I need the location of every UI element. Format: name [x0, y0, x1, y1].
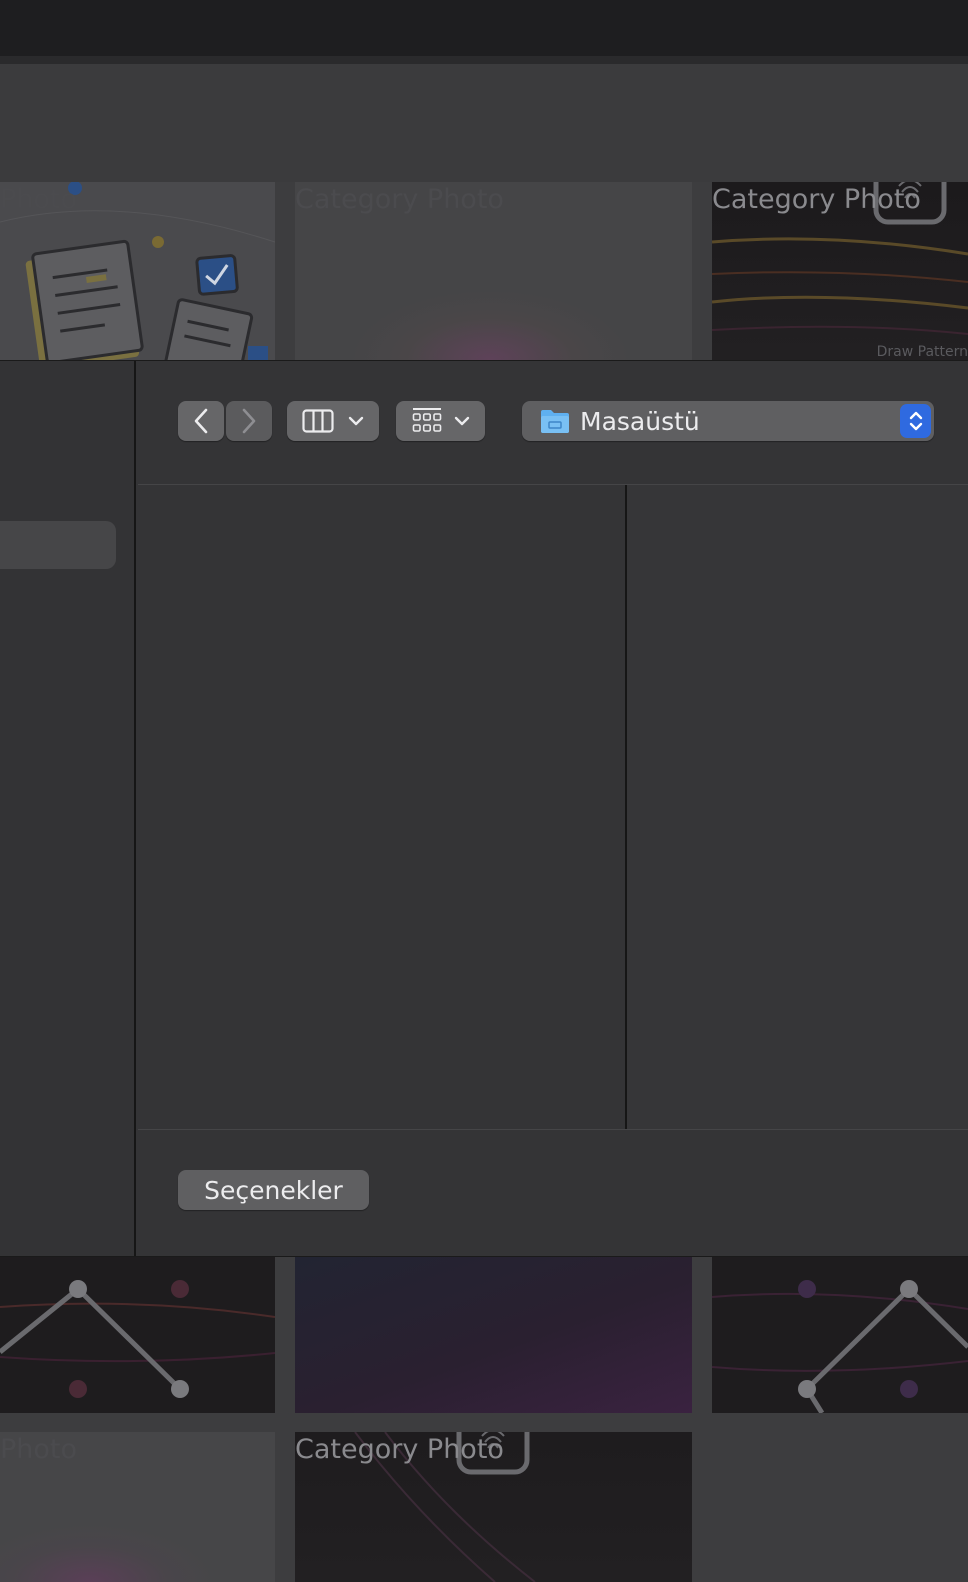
- location-popup[interactable]: Masaüstü: [522, 401, 934, 441]
- chevron-left-icon: [194, 408, 208, 434]
- chevron-down-icon: [348, 416, 364, 426]
- pattern-lines-icon: [0, 1280, 275, 1398]
- category-tile[interactable]: [295, 1257, 692, 1413]
- back-button[interactable]: [178, 401, 224, 441]
- category-tile[interactable]: Category Photo Draw Pattern: [712, 182, 968, 360]
- title-bar-divider: [0, 56, 968, 64]
- category-tile[interactable]: [712, 1257, 968, 1413]
- category-tile[interactable]: Category Photo: [295, 1432, 692, 1582]
- file-browser: [138, 485, 968, 1129]
- location-stepper[interactable]: [900, 404, 931, 438]
- tile-label: Category Photo: [712, 184, 921, 215]
- tile-label: Category Photo: [295, 184, 504, 215]
- chevron-down-icon: [454, 416, 469, 426]
- group-button[interactable]: [396, 401, 485, 441]
- category-tile[interactable]: Photo: [0, 182, 275, 360]
- category-tile[interactable]: [0, 1257, 275, 1413]
- up-down-chevron-icon: [909, 411, 922, 431]
- folder-icon: [541, 410, 569, 433]
- category-tile[interactable]: Photo: [0, 1432, 275, 1582]
- columns-icon: [302, 409, 334, 433]
- file-dialog: Masaüstü Seçenekler: [0, 360, 968, 1257]
- pattern-lines-icon: [712, 1280, 968, 1413]
- browser-column[interactable]: [627, 485, 968, 1129]
- dialog-footer: Seçenekler: [138, 1129, 968, 1256]
- browser-column[interactable]: [138, 485, 627, 1129]
- category-tile[interactable]: Category Photo: [295, 182, 692, 360]
- view-mode-button[interactable]: [287, 401, 379, 441]
- location-label: Masaüstü: [580, 406, 700, 436]
- grid-icon: [412, 408, 441, 432]
- app-header-area: [0, 64, 968, 182]
- options-button[interactable]: Seçenekler: [178, 1170, 369, 1210]
- app-title-bar: [0, 0, 968, 56]
- dialog-sidebar: [0, 361, 136, 1256]
- sidebar-selected-item[interactable]: [0, 521, 116, 569]
- chevron-right-icon: [242, 408, 256, 434]
- tile-label: Photo: [0, 184, 78, 215]
- dialog-toolbar: Masaüstü: [138, 361, 968, 485]
- forward-button[interactable]: [226, 401, 272, 441]
- tile-label: Photo: [0, 1434, 78, 1465]
- tile-caption: Draw Pattern: [876, 344, 968, 360]
- tile-label: Category Photo: [295, 1434, 504, 1465]
